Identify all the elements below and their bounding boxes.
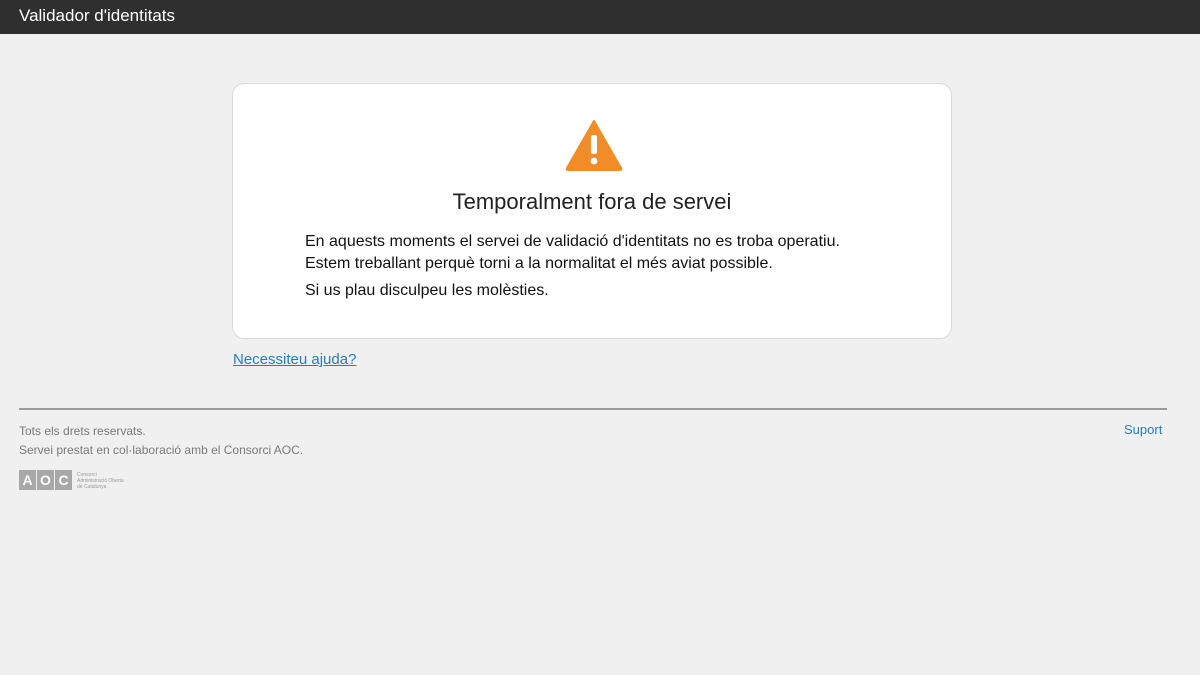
app-title: Validador d'identitats bbox=[19, 6, 176, 25]
notice-message-line-2: Estem treballant perquè torni a la norma… bbox=[305, 255, 773, 272]
notice-card: Temporalment fora de servei En aquests m… bbox=[232, 83, 952, 339]
notice-message-line-3: Si us plau disculpeu les molèsties. bbox=[305, 282, 549, 299]
aoc-logo-letter-o: O bbox=[40, 472, 51, 488]
footer-collaboration-text: Servei prestat en col·laboració amb el C… bbox=[19, 443, 304, 457]
warning-triangle-icon bbox=[565, 120, 623, 171]
aoc-logo-letter-c: C bbox=[58, 472, 68, 488]
notice-title: Temporalment fora de servei bbox=[452, 189, 732, 214]
support-link[interactable]: Suport bbox=[1124, 422, 1162, 437]
aoc-logo-line-3: de Catalunya bbox=[77, 484, 107, 490]
footer-rights-text: Tots els drets reservats. bbox=[19, 424, 146, 438]
top-bar: Validador d'identitats bbox=[0, 0, 1200, 34]
aoc-logo: A O C Consorci Administració Oberta de C… bbox=[19, 470, 124, 490]
footer-divider bbox=[19, 408, 1167, 410]
help-link[interactable]: Necessiteu ajuda? bbox=[233, 351, 356, 368]
notice-message-line-1: En aquests moments el servei de validaci… bbox=[305, 233, 840, 250]
aoc-logo-letter-a: A bbox=[22, 472, 32, 488]
